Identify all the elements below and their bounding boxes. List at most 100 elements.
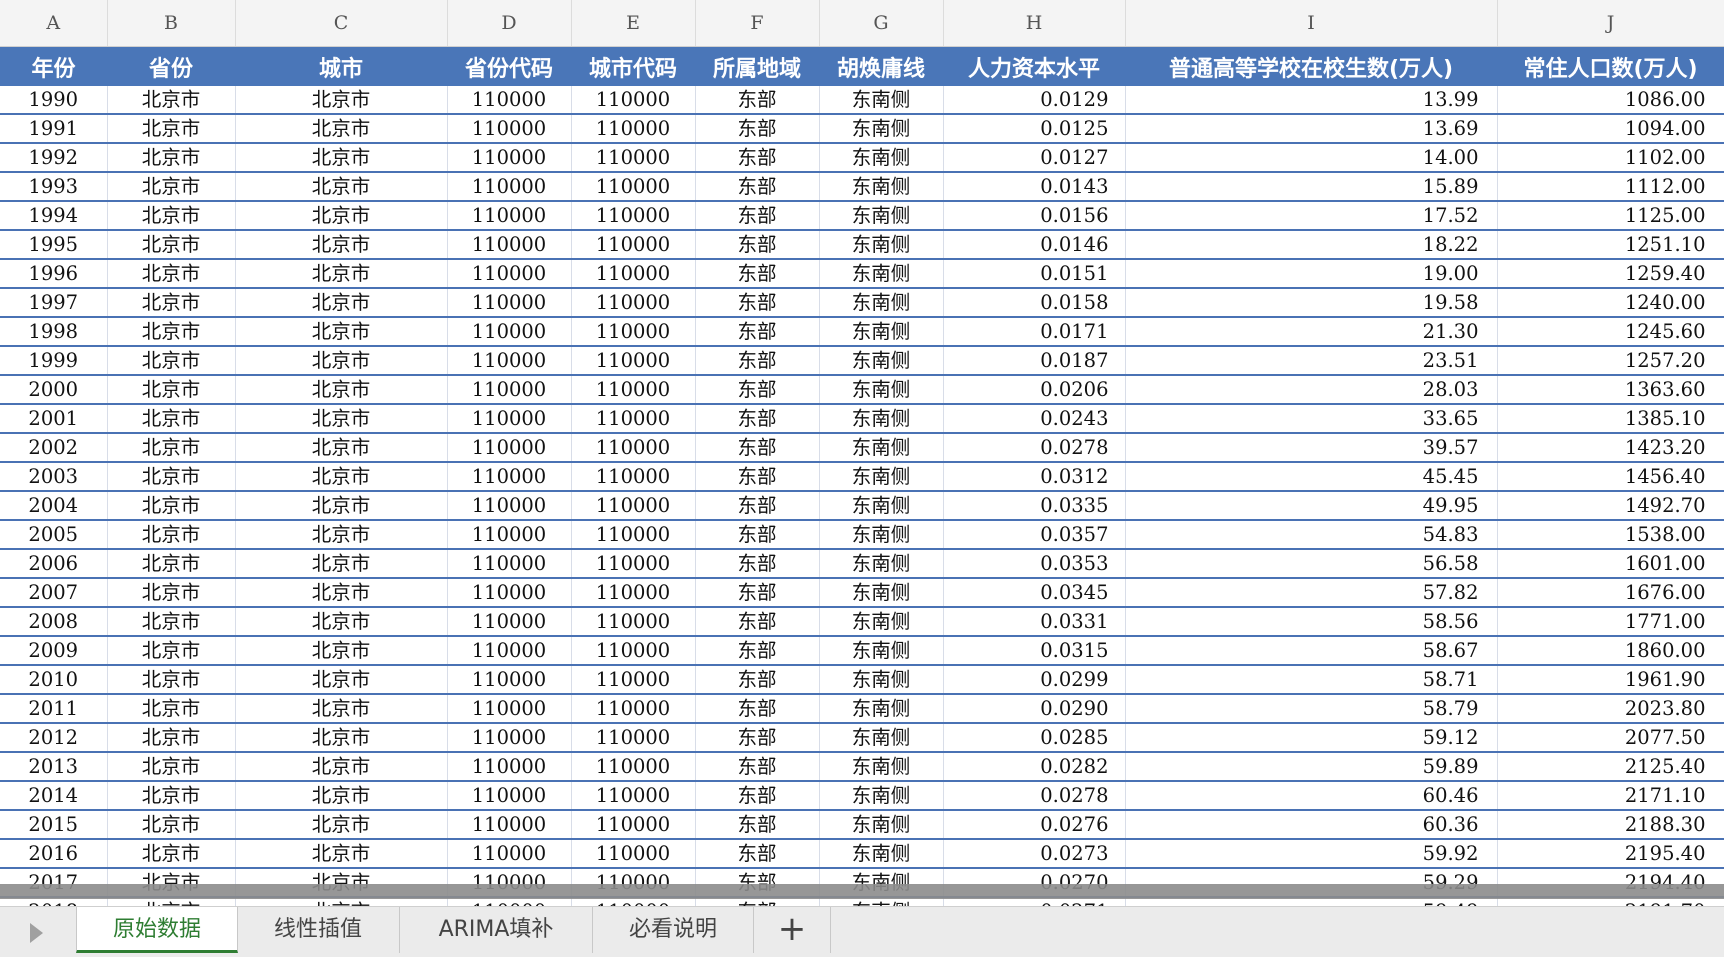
cell-province-code[interactable]: 110000 xyxy=(447,259,572,289)
cell-hu-line[interactable]: 东南侧 xyxy=(819,839,944,869)
cell-human-capital[interactable]: 0.0187 xyxy=(943,346,1126,376)
cell-hu-line[interactable]: 东南侧 xyxy=(819,346,944,376)
cell-human-capital[interactable]: 0.0282 xyxy=(943,752,1126,782)
cell-year[interactable]: 2001 xyxy=(0,404,108,434)
cell-population[interactable]: 2171.10 xyxy=(1497,781,1724,811)
header-cell[interactable]: 胡焕庸线 xyxy=(819,46,943,86)
cell-province-code[interactable]: 110000 xyxy=(447,839,572,869)
cell-province[interactable]: 北京市 xyxy=(107,404,236,434)
cell-city[interactable]: 北京市 xyxy=(235,288,448,318)
cell-year[interactable]: 1991 xyxy=(0,114,108,144)
header-cell[interactable]: 省份 xyxy=(107,46,235,86)
cell-human-capital[interactable]: 0.0357 xyxy=(943,520,1126,550)
cell-region[interactable]: 东部 xyxy=(695,462,820,492)
cell-region[interactable]: 东部 xyxy=(695,317,820,347)
cell-human-capital[interactable]: 0.0345 xyxy=(943,578,1126,608)
cell-city-code[interactable]: 110000 xyxy=(571,752,696,782)
header-cell[interactable]: 常住人口数(万人) xyxy=(1497,46,1724,86)
cell-province[interactable]: 北京市 xyxy=(107,839,236,869)
spreadsheet-grid[interactable]: A B C D E F G H I J 年份 省份 城市 省份代码 城市代码 所… xyxy=(0,0,1724,927)
cell-province[interactable]: 北京市 xyxy=(107,288,236,318)
cell-human-capital[interactable]: 0.0335 xyxy=(943,491,1126,521)
cell-population[interactable]: 1676.00 xyxy=(1497,578,1724,608)
cell-province-code[interactable]: 110000 xyxy=(447,288,572,318)
cell-human-capital[interactable]: 0.0278 xyxy=(943,781,1126,811)
cell-students[interactable]: 23.51 xyxy=(1125,346,1498,376)
cell-city[interactable]: 北京市 xyxy=(235,607,448,637)
tabs-scroll-play-icon[interactable] xyxy=(30,923,43,943)
cell-population[interactable]: 1860.00 xyxy=(1497,636,1724,666)
cell-hu-line[interactable]: 东南侧 xyxy=(819,781,944,811)
cell-students[interactable]: 19.58 xyxy=(1125,288,1498,318)
cell-year[interactable]: 2010 xyxy=(0,665,108,695)
column-letter[interactable]: G xyxy=(819,0,944,47)
cell-city-code[interactable]: 110000 xyxy=(571,433,696,463)
cell-year[interactable]: 2016 xyxy=(0,839,108,869)
cell-hu-line[interactable]: 东南侧 xyxy=(819,375,944,405)
cell-year[interactable]: 1999 xyxy=(0,346,108,376)
cell-region[interactable]: 东部 xyxy=(695,607,820,637)
header-cell[interactable]: 省份代码 xyxy=(447,46,571,86)
cell-hu-line[interactable]: 东南侧 xyxy=(819,752,944,782)
column-letter[interactable]: B xyxy=(107,0,236,47)
cell-city[interactable]: 北京市 xyxy=(235,636,448,666)
cell-province[interactable]: 北京市 xyxy=(107,143,236,173)
cell-province-code[interactable]: 110000 xyxy=(447,665,572,695)
cell-hu-line[interactable]: 东南侧 xyxy=(819,172,944,202)
cell-hu-line[interactable]: 东南侧 xyxy=(819,578,944,608)
cell-population[interactable]: 1102.00 xyxy=(1497,143,1724,173)
cell-human-capital[interactable]: 0.0127 xyxy=(943,143,1126,173)
cell-hu-line[interactable]: 东南侧 xyxy=(819,810,944,840)
cell-city-code[interactable]: 110000 xyxy=(571,810,696,840)
cell-city[interactable]: 北京市 xyxy=(235,462,448,492)
cell-city[interactable]: 北京市 xyxy=(235,86,448,115)
column-letter[interactable]: H xyxy=(943,0,1126,47)
cell-city[interactable]: 北京市 xyxy=(235,317,448,347)
cell-province[interactable]: 北京市 xyxy=(107,230,236,260)
cell-city-code[interactable]: 110000 xyxy=(571,201,696,231)
cell-province[interactable]: 北京市 xyxy=(107,259,236,289)
cell-city[interactable]: 北京市 xyxy=(235,839,448,869)
cell-city-code[interactable]: 110000 xyxy=(571,723,696,753)
cell-region[interactable]: 东部 xyxy=(695,433,820,463)
cell-region[interactable]: 东部 xyxy=(695,578,820,608)
cell-city-code[interactable]: 110000 xyxy=(571,578,696,608)
cell-population[interactable]: 1385.10 xyxy=(1497,404,1724,434)
cell-population[interactable]: 2077.50 xyxy=(1497,723,1724,753)
cell-city[interactable]: 北京市 xyxy=(235,491,448,521)
cell-city[interactable]: 北京市 xyxy=(235,549,448,579)
cell-city-code[interactable]: 110000 xyxy=(571,549,696,579)
cell-province-code[interactable]: 110000 xyxy=(447,723,572,753)
cell-region[interactable]: 东部 xyxy=(695,636,820,666)
cell-year[interactable]: 2004 xyxy=(0,491,108,521)
cell-students[interactable]: 21.30 xyxy=(1125,317,1498,347)
cell-students[interactable]: 18.22 xyxy=(1125,230,1498,260)
cell-hu-line[interactable]: 东南侧 xyxy=(819,607,944,637)
cell-students[interactable]: 56.58 xyxy=(1125,549,1498,579)
header-cell[interactable]: 人力资本水平 xyxy=(943,46,1125,86)
cell-province[interactable]: 北京市 xyxy=(107,346,236,376)
cell-human-capital[interactable]: 0.0146 xyxy=(943,230,1126,260)
cell-human-capital[interactable]: 0.0243 xyxy=(943,404,1126,434)
cell-year[interactable]: 2005 xyxy=(0,520,108,550)
cell-region[interactable]: 东部 xyxy=(695,549,820,579)
cell-hu-line[interactable]: 东南侧 xyxy=(819,433,944,463)
cell-population[interactable]: 1259.40 xyxy=(1497,259,1724,289)
cell-hu-line[interactable]: 东南侧 xyxy=(819,114,944,144)
cell-human-capital[interactable]: 0.0299 xyxy=(943,665,1126,695)
cell-city[interactable]: 北京市 xyxy=(235,578,448,608)
cell-hu-line[interactable]: 东南侧 xyxy=(819,259,944,289)
cell-region[interactable]: 东部 xyxy=(695,375,820,405)
cell-year[interactable]: 1997 xyxy=(0,288,108,318)
cell-population[interactable]: 1423.20 xyxy=(1497,433,1724,463)
cell-population[interactable]: 2188.30 xyxy=(1497,810,1724,840)
cell-city-code[interactable]: 110000 xyxy=(571,143,696,173)
cell-region[interactable]: 东部 xyxy=(695,752,820,782)
cell-hu-line[interactable]: 东南侧 xyxy=(819,288,944,318)
cell-province-code[interactable]: 110000 xyxy=(447,404,572,434)
cell-province[interactable]: 北京市 xyxy=(107,375,236,405)
cell-province-code[interactable]: 110000 xyxy=(447,375,572,405)
cell-population[interactable]: 1961.90 xyxy=(1497,665,1724,695)
cell-province-code[interactable]: 110000 xyxy=(447,694,572,724)
cell-city-code[interactable]: 110000 xyxy=(571,346,696,376)
